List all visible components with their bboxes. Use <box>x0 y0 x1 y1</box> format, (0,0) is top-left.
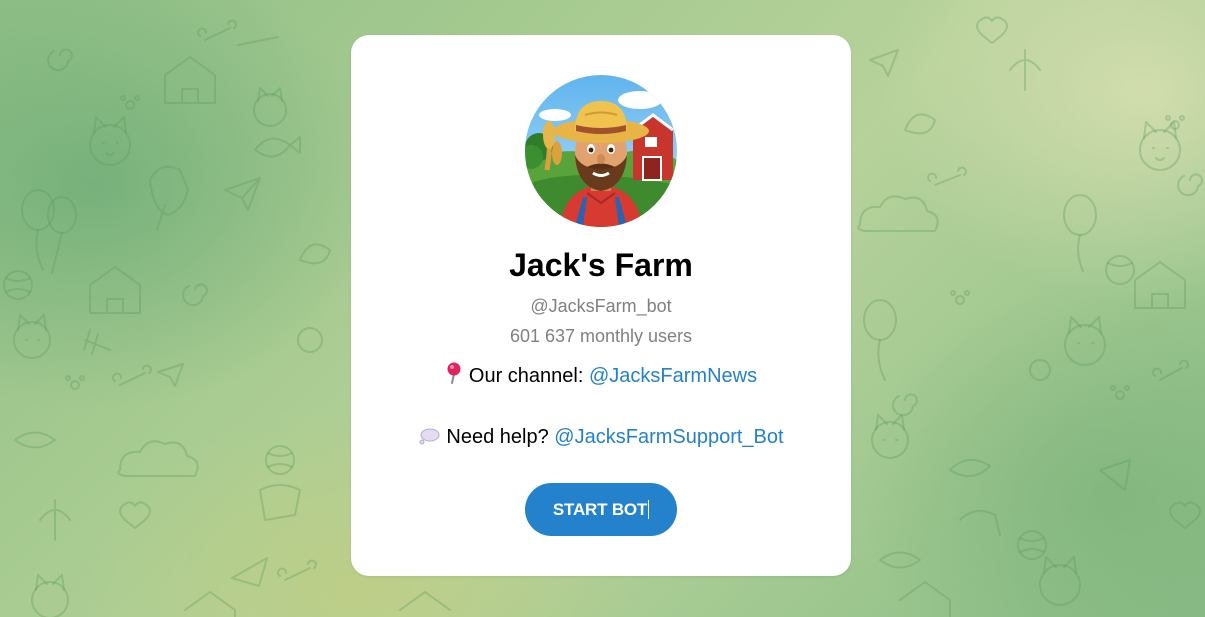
help-line: Need help? @JacksFarmSupport_Bot <box>351 424 851 452</box>
monthly-users-count: 601 637 monthly users <box>509 326 693 346</box>
pushpin-icon <box>445 362 463 391</box>
start-bot-label: START BOT <box>552 499 648 519</box>
start-bot-button[interactable]: START BOT <box>525 483 677 536</box>
help-label: Need help? <box>446 426 549 448</box>
bot-name: Jack's Farm <box>509 247 693 283</box>
bot-username: @JacksFarm_bot <box>530 296 672 316</box>
farmer-avatar-icon <box>525 75 677 227</box>
support-bot-link[interactable]: @JacksFarmSupport_Bot <box>554 426 783 448</box>
channel-line: Our channel: @JacksFarmNews <box>351 362 851 391</box>
bot-profile-card: Jack's Farm @JacksFarm_bot 601 637 month… <box>351 35 851 576</box>
channel-label: Our channel: <box>468 365 584 387</box>
thought-balloon-icon <box>418 426 440 452</box>
text-cursor <box>648 499 650 519</box>
channel-link[interactable]: @JacksFarmNews <box>589 365 757 387</box>
